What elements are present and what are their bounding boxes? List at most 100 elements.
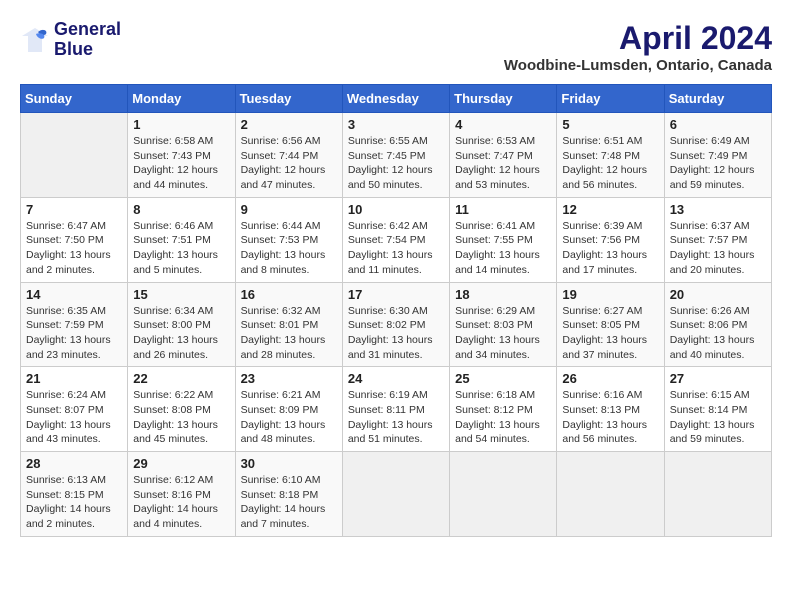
week-row-4: 21 Sunrise: 6:24 AM Sunset: 8:07 PM Dayli…	[21, 367, 772, 452]
header-monday: Monday	[128, 85, 235, 113]
calendar-cell: 27 Sunrise: 6:15 AM Sunset: 8:14 PM Dayli…	[664, 367, 771, 452]
day-info: Sunrise: 6:41 AM Sunset: 7:55 PM Dayligh…	[455, 219, 551, 278]
day-number: 2	[241, 117, 337, 132]
calendar-cell: 21 Sunrise: 6:24 AM Sunset: 8:07 PM Dayli…	[21, 367, 128, 452]
day-number: 11	[455, 202, 551, 217]
day-number: 21	[26, 371, 122, 386]
day-number: 18	[455, 287, 551, 302]
day-info: Sunrise: 6:39 AM Sunset: 7:56 PM Dayligh…	[562, 219, 658, 278]
calendar-cell: 28 Sunrise: 6:13 AM Sunset: 8:15 PM Dayli…	[21, 452, 128, 537]
day-info: Sunrise: 6:34 AM Sunset: 8:00 PM Dayligh…	[133, 304, 229, 363]
day-number: 5	[562, 117, 658, 132]
day-number: 20	[670, 287, 766, 302]
day-number: 26	[562, 371, 658, 386]
calendar-cell: 26 Sunrise: 6:16 AM Sunset: 8:13 PM Dayli…	[557, 367, 664, 452]
day-info: Sunrise: 6:42 AM Sunset: 7:54 PM Dayligh…	[348, 219, 444, 278]
calendar-cell	[557, 452, 664, 537]
calendar-cell: 29 Sunrise: 6:12 AM Sunset: 8:16 PM Dayli…	[128, 452, 235, 537]
calendar-cell	[450, 452, 557, 537]
header-friday: Friday	[557, 85, 664, 113]
day-number: 12	[562, 202, 658, 217]
day-info: Sunrise: 6:26 AM Sunset: 8:06 PM Dayligh…	[670, 304, 766, 363]
day-number: 6	[670, 117, 766, 132]
day-number: 8	[133, 202, 229, 217]
day-info: Sunrise: 6:53 AM Sunset: 7:47 PM Dayligh…	[455, 134, 551, 193]
day-number: 17	[348, 287, 444, 302]
day-info: Sunrise: 6:44 AM Sunset: 7:53 PM Dayligh…	[241, 219, 337, 278]
calendar-table: SundayMondayTuesdayWednesdayThursdayFrid…	[20, 84, 772, 537]
calendar-cell	[342, 452, 449, 537]
day-number: 4	[455, 117, 551, 132]
calendar-cell: 19 Sunrise: 6:27 AM Sunset: 8:05 PM Dayli…	[557, 282, 664, 367]
day-info: Sunrise: 6:37 AM Sunset: 7:57 PM Dayligh…	[670, 219, 766, 278]
calendar-header-row: SundayMondayTuesdayWednesdayThursdayFrid…	[21, 85, 772, 113]
calendar-cell: 25 Sunrise: 6:18 AM Sunset: 8:12 PM Dayli…	[450, 367, 557, 452]
day-number: 16	[241, 287, 337, 302]
calendar-cell: 12 Sunrise: 6:39 AM Sunset: 7:56 PM Dayli…	[557, 197, 664, 282]
header-saturday: Saturday	[664, 85, 771, 113]
calendar-cell: 22 Sunrise: 6:22 AM Sunset: 8:08 PM Dayli…	[128, 367, 235, 452]
day-number: 13	[670, 202, 766, 217]
week-row-5: 28 Sunrise: 6:13 AM Sunset: 8:15 PM Dayli…	[21, 452, 772, 537]
day-info: Sunrise: 6:30 AM Sunset: 8:02 PM Dayligh…	[348, 304, 444, 363]
day-number: 19	[562, 287, 658, 302]
logo: General Blue	[20, 20, 121, 60]
calendar-cell: 10Sunrise: 6:42 AM Sunset: 7:54 PM Dayli…	[342, 197, 449, 282]
logo-icon	[20, 26, 50, 54]
calendar-cell: 9 Sunrise: 6:44 AM Sunset: 7:53 PM Daylig…	[235, 197, 342, 282]
day-info: Sunrise: 6:15 AM Sunset: 8:14 PM Dayligh…	[670, 388, 766, 447]
day-info: Sunrise: 6:55 AM Sunset: 7:45 PM Dayligh…	[348, 134, 444, 193]
day-info: Sunrise: 6:18 AM Sunset: 8:12 PM Dayligh…	[455, 388, 551, 447]
calendar-cell: 6 Sunrise: 6:49 AM Sunset: 7:49 PM Daylig…	[664, 113, 771, 198]
day-number: 29	[133, 456, 229, 471]
logo-text: General Blue	[54, 20, 121, 60]
day-info: Sunrise: 6:10 AM Sunset: 8:18 PM Dayligh…	[241, 473, 337, 532]
calendar-cell: 17 Sunrise: 6:30 AM Sunset: 8:02 PM Dayli…	[342, 282, 449, 367]
day-info: Sunrise: 6:19 AM Sunset: 8:11 PM Dayligh…	[348, 388, 444, 447]
calendar-cell: 23Sunrise: 6:21 AM Sunset: 8:09 PM Dayli…	[235, 367, 342, 452]
calendar-cell: 16 Sunrise: 6:32 AM Sunset: 8:01 PM Dayli…	[235, 282, 342, 367]
day-info: Sunrise: 6:12 AM Sunset: 8:16 PM Dayligh…	[133, 473, 229, 532]
day-number: 23	[241, 371, 337, 386]
day-number: 1	[133, 117, 229, 132]
calendar-cell	[21, 113, 128, 198]
day-info: Sunrise: 6:13 AM Sunset: 8:15 PM Dayligh…	[26, 473, 122, 532]
day-number: 7	[26, 202, 122, 217]
calendar-cell: 20 Sunrise: 6:26 AM Sunset: 8:06 PM Dayli…	[664, 282, 771, 367]
calendar-cell: 5 Sunrise: 6:51 AM Sunset: 7:48 PM Daylig…	[557, 113, 664, 198]
location: Woodbine-Lumsden, Ontario, Canada	[504, 57, 772, 74]
day-info: Sunrise: 6:51 AM Sunset: 7:48 PM Dayligh…	[562, 134, 658, 193]
day-number: 28	[26, 456, 122, 471]
day-info: Sunrise: 6:27 AM Sunset: 8:05 PM Dayligh…	[562, 304, 658, 363]
day-info: Sunrise: 6:32 AM Sunset: 8:01 PM Dayligh…	[241, 304, 337, 363]
day-info: Sunrise: 6:22 AM Sunset: 8:08 PM Dayligh…	[133, 388, 229, 447]
calendar-cell: 4 Sunrise: 6:53 AM Sunset: 7:47 PM Daylig…	[450, 113, 557, 198]
calendar-cell: 2Sunrise: 6:56 AM Sunset: 7:44 PM Daylig…	[235, 113, 342, 198]
day-info: Sunrise: 6:24 AM Sunset: 8:07 PM Dayligh…	[26, 388, 122, 447]
day-number: 25	[455, 371, 551, 386]
header-tuesday: Tuesday	[235, 85, 342, 113]
day-info: Sunrise: 6:16 AM Sunset: 8:13 PM Dayligh…	[562, 388, 658, 447]
calendar-cell: 30 Sunrise: 6:10 AM Sunset: 8:18 PM Dayli…	[235, 452, 342, 537]
calendar-cell: 15Sunrise: 6:34 AM Sunset: 8:00 PM Dayli…	[128, 282, 235, 367]
day-info: Sunrise: 6:49 AM Sunset: 7:49 PM Dayligh…	[670, 134, 766, 193]
calendar-cell	[664, 452, 771, 537]
header-sunday: Sunday	[21, 85, 128, 113]
calendar-cell: 11 Sunrise: 6:41 AM Sunset: 7:55 PM Dayli…	[450, 197, 557, 282]
calendar-cell: 14Sunrise: 6:35 AM Sunset: 7:59 PM Dayli…	[21, 282, 128, 367]
day-info: Sunrise: 6:47 AM Sunset: 7:50 PM Dayligh…	[26, 219, 122, 278]
day-info: Sunrise: 6:29 AM Sunset: 8:03 PM Dayligh…	[455, 304, 551, 363]
calendar-cell: 1Sunrise: 6:58 AM Sunset: 7:43 PM Daylig…	[128, 113, 235, 198]
title-block: April 2024 Woodbine-Lumsden, Ontario, Ca…	[504, 20, 772, 74]
day-number: 30	[241, 456, 337, 471]
header-thursday: Thursday	[450, 85, 557, 113]
day-number: 22	[133, 371, 229, 386]
header-wednesday: Wednesday	[342, 85, 449, 113]
month-title: April 2024	[504, 20, 772, 57]
day-number: 9	[241, 202, 337, 217]
day-number: 3	[348, 117, 444, 132]
week-row-1: 1Sunrise: 6:58 AM Sunset: 7:43 PM Daylig…	[21, 113, 772, 198]
calendar-cell: 13 Sunrise: 6:37 AM Sunset: 7:57 PM Dayli…	[664, 197, 771, 282]
day-number: 27	[670, 371, 766, 386]
page-header: General Blue April 2024 Woodbine-Lumsden…	[20, 20, 772, 74]
